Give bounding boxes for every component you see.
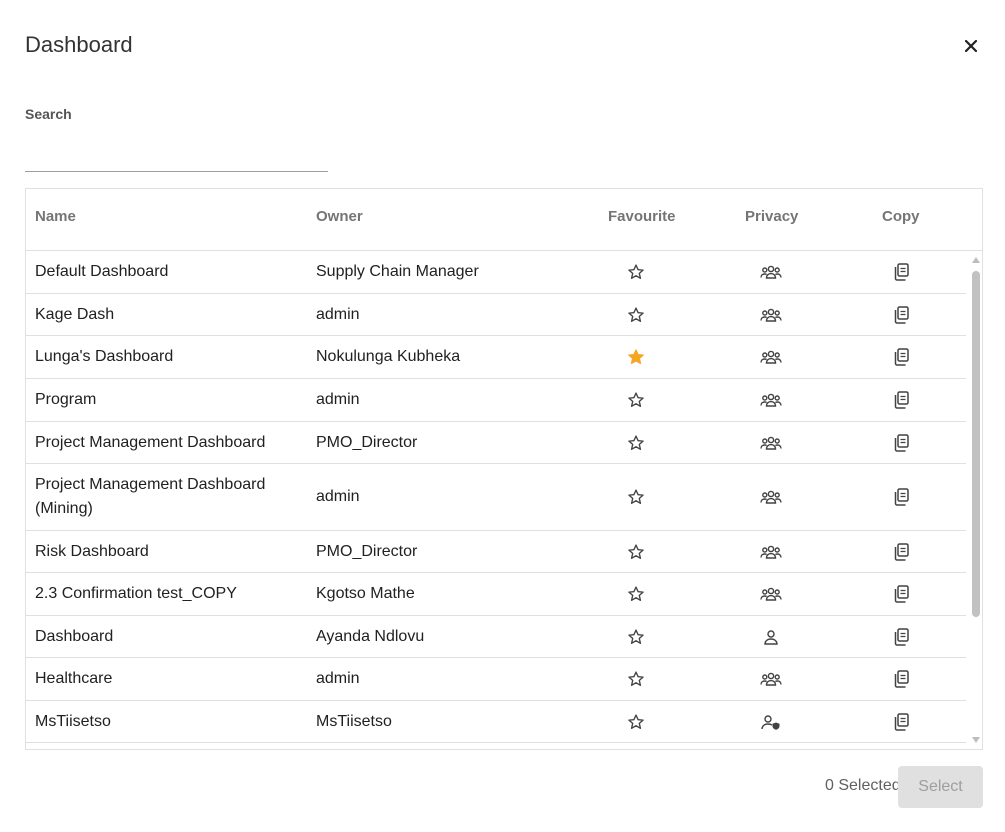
- scroll-up-arrow[interactable]: [972, 257, 980, 263]
- table-row[interactable]: Default Dashboard Supply Chain Manager: [26, 251, 966, 294]
- dashboard-owner: MsTiisetso: [316, 712, 392, 730]
- group-icon[interactable]: [760, 307, 782, 323]
- column-header-owner[interactable]: Owner: [316, 208, 363, 225]
- group-icon[interactable]: [760, 489, 782, 505]
- dashboard-owner: Supply Chain Manager: [316, 263, 479, 280]
- dashboard-owner: admin: [316, 670, 360, 687]
- copy-icon[interactable]: [893, 391, 909, 409]
- star-filled-icon[interactable]: [627, 348, 645, 366]
- dashboard-owner: PMO_Director: [316, 433, 418, 451]
- scroll-down-arrow[interactable]: [972, 737, 980, 743]
- dashboard-owner: admin: [316, 305, 360, 323]
- person-shield-icon[interactable]: [760, 714, 782, 730]
- star-icon[interactable]: [627, 543, 645, 561]
- table-row[interactable]: Program admin: [26, 379, 966, 422]
- column-header-favourite[interactable]: Favourite: [608, 208, 676, 225]
- dashboard-name: Dashboard: [35, 627, 114, 645]
- search-input[interactable]: [25, 140, 328, 172]
- star-icon[interactable]: [627, 306, 645, 324]
- star-icon[interactable]: [627, 263, 645, 281]
- dashboard-name: Project Management Dashboard (Mining): [35, 476, 266, 517]
- dashboard-owner: Ayanda Ndlovu: [316, 627, 425, 645]
- table-header: Name Owner Favourite Privacy Copy: [26, 189, 982, 251]
- dashboard-name: Default Dashboard: [35, 263, 169, 280]
- table-row[interactable]: Project Management Dashboard (Mining) adm…: [26, 464, 966, 531]
- star-icon[interactable]: [627, 434, 645, 452]
- dialog-title: Dashboard: [25, 32, 133, 57]
- person-icon[interactable]: [763, 629, 779, 645]
- group-icon[interactable]: [760, 264, 782, 280]
- group-icon[interactable]: [760, 671, 782, 687]
- star-icon[interactable]: [627, 670, 645, 688]
- dashboard-name: Lunga's Dashboard: [35, 348, 174, 365]
- star-icon[interactable]: [627, 391, 645, 409]
- dashboard-name: 2.3 Confirmation test_COPY: [35, 585, 237, 602]
- copy-icon[interactable]: [893, 488, 909, 506]
- star-icon[interactable]: [627, 713, 645, 731]
- group-icon[interactable]: [760, 349, 782, 365]
- copy-icon[interactable]: [893, 433, 909, 452]
- select-button[interactable]: Select: [898, 766, 983, 808]
- copy-icon[interactable]: [893, 542, 909, 561]
- scrollbar[interactable]: [970, 251, 982, 749]
- star-icon[interactable]: [627, 585, 645, 603]
- group-icon[interactable]: [760, 392, 782, 408]
- dashboard-owner: Kgotso Mathe: [316, 585, 415, 602]
- copy-icon[interactable]: [893, 627, 909, 646]
- search-label: Search: [25, 106, 72, 122]
- dashboard-name: Healthcare: [35, 670, 113, 687]
- dashboard-owner: admin: [316, 488, 360, 505]
- table-row[interactable]: Lunga's Dashboard Nokulunga Kubheka: [26, 336, 966, 379]
- copy-icon[interactable]: [893, 263, 909, 281]
- selected-count: 0 Selected: [825, 777, 901, 794]
- group-icon[interactable]: [760, 544, 782, 560]
- dashboard-owner: PMO_Director: [316, 542, 418, 560]
- copy-icon[interactable]: [893, 712, 909, 731]
- table-row[interactable]: MsTiisetso MsTiisetso: [26, 701, 966, 743]
- star-icon[interactable]: [627, 488, 645, 506]
- dashboard-name: Project Management Dashboard: [35, 433, 266, 451]
- dashboard-name: Risk Dashboard: [35, 542, 149, 560]
- dashboard-owner: Nokulunga Kubheka: [316, 348, 461, 365]
- group-icon[interactable]: [760, 435, 782, 451]
- star-icon[interactable]: [627, 628, 645, 646]
- dashboard-table: Name Owner Favourite Privacy Copy Defaul…: [25, 188, 983, 750]
- copy-icon[interactable]: [893, 305, 909, 324]
- table-row[interactable]: 2.3 Confirmation test_COPY Kgotso Mathe: [26, 573, 966, 616]
- close-icon: [965, 40, 977, 52]
- dashboard-name: MsTiisetso: [35, 712, 111, 730]
- copy-icon[interactable]: [893, 348, 909, 366]
- dashboard-owner: admin: [316, 391, 360, 408]
- dashboard-name: Program: [35, 391, 97, 408]
- scrollbar-thumb[interactable]: [972, 271, 980, 617]
- group-icon[interactable]: [760, 586, 782, 602]
- table-row[interactable]: Project Management Dashboard PMO_Director: [26, 422, 966, 464]
- copy-icon[interactable]: [893, 585, 909, 603]
- table-row[interactable]: Dashboard Ayanda Ndlovu: [26, 616, 966, 658]
- table-row[interactable]: Kage Dash admin: [26, 294, 966, 336]
- column-header-privacy[interactable]: Privacy: [745, 208, 798, 225]
- dashboard-name: Kage Dash: [35, 305, 115, 323]
- column-header-copy[interactable]: Copy: [882, 208, 920, 225]
- table-row[interactable]: Healthcare admin: [26, 658, 966, 701]
- close-button[interactable]: [960, 35, 982, 57]
- copy-icon[interactable]: [893, 670, 909, 688]
- column-header-name[interactable]: Name: [35, 208, 76, 225]
- table-row[interactable]: Risk Dashboard PMO_Director: [26, 531, 966, 573]
- table-body: Default Dashboard Supply Chain Manager Kag…: [26, 251, 966, 749]
